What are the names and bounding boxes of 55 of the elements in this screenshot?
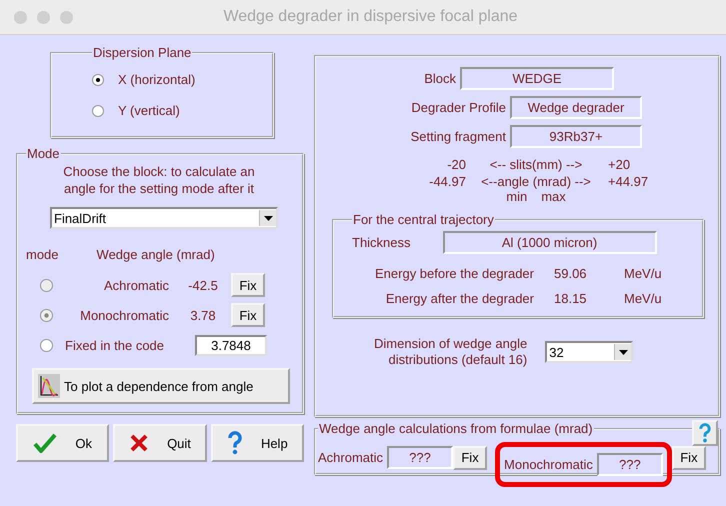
radio-label: X (horizontal)	[118, 72, 196, 87]
field-label: Block	[424, 71, 456, 86]
dimension-dropdown[interactable]: 32	[545, 341, 634, 363]
energy-unit: MeV/u	[624, 291, 663, 306]
radio-label: Y (vertical)	[118, 103, 180, 118]
energy-label: Energy after the degrader	[384, 291, 535, 306]
plot-button[interactable]: To plot a dependence from angle	[32, 368, 290, 404]
group-title: Mode	[26, 146, 61, 161]
window-title: Wedge degrader in dispersive focal plane	[222, 8, 519, 26]
instruction-text: Choose the block: to calculate an	[63, 163, 255, 180]
readonly-field: ???	[387, 446, 454, 469]
group-title: For the central trajectory	[352, 212, 495, 227]
mode-label: Monochromatic	[80, 308, 169, 322]
range-caption: <--angle (mrad) -->	[480, 173, 592, 190]
energy-unit: MeV/u	[624, 266, 663, 281]
block-dropdown[interactable]: FinalDrift	[50, 207, 278, 229]
field-label: Thickness	[352, 235, 411, 250]
max-label: max	[541, 190, 566, 204]
fix-button[interactable]: Fix	[231, 303, 265, 327]
column-header: mode	[26, 247, 59, 262]
min-value: -20	[446, 156, 467, 173]
readonly-field: Al (1000 micron)	[442, 231, 657, 254]
mode-label: Fixed in the code	[64, 338, 166, 352]
energy-value: 59.06	[554, 266, 588, 281]
column-header: Wedge angle (mrad)	[96, 247, 215, 262]
min-value: -44.97	[428, 173, 467, 190]
readonly-field: 93Rb37+	[510, 125, 642, 148]
group-title: Dispersion Plane	[92, 45, 192, 60]
fix-button[interactable]: Fix	[672, 446, 706, 470]
readonly-field: Wedge degrader	[510, 96, 642, 119]
angle-value: -42.5	[188, 278, 218, 292]
angle-value: 3.78	[190, 308, 216, 322]
fix-button[interactable]: Fix	[453, 446, 488, 470]
fix-button[interactable]: Fix	[231, 273, 265, 297]
dimension-label: distributions (default 16)	[388, 352, 528, 368]
dimension-label: Dimension of wedge angle	[374, 336, 528, 352]
energy-label: Energy before the degrader	[374, 266, 535, 281]
quit-button[interactable]: Quit	[113, 424, 207, 462]
group-title: Wedge angle calculations from formulae (mrad)	[318, 421, 594, 436]
max-value: +44.97	[607, 173, 650, 190]
ok-button[interactable]: Ok	[16, 424, 110, 462]
instruction-text: angle for the setting mode after it	[64, 180, 254, 197]
min-label: min	[506, 190, 528, 204]
readonly-field: ???	[596, 453, 663, 476]
energy-value: 18.15	[554, 291, 588, 306]
field-label: Degrader Profile	[411, 100, 506, 115]
mode-label: Achromatic	[104, 278, 169, 292]
readonly-field: WEDGE	[460, 67, 614, 90]
max-value: +20	[607, 156, 632, 173]
formula-label: Achromatic	[318, 450, 384, 465]
help-button[interactable]: Help	[210, 424, 304, 462]
field-label: Setting fragment	[410, 129, 506, 144]
angle-input[interactable]: 3.7848	[195, 334, 267, 356]
formula-label: Monochromatic	[504, 457, 593, 472]
range-caption: <-- slits(mm) -->	[488, 156, 584, 173]
